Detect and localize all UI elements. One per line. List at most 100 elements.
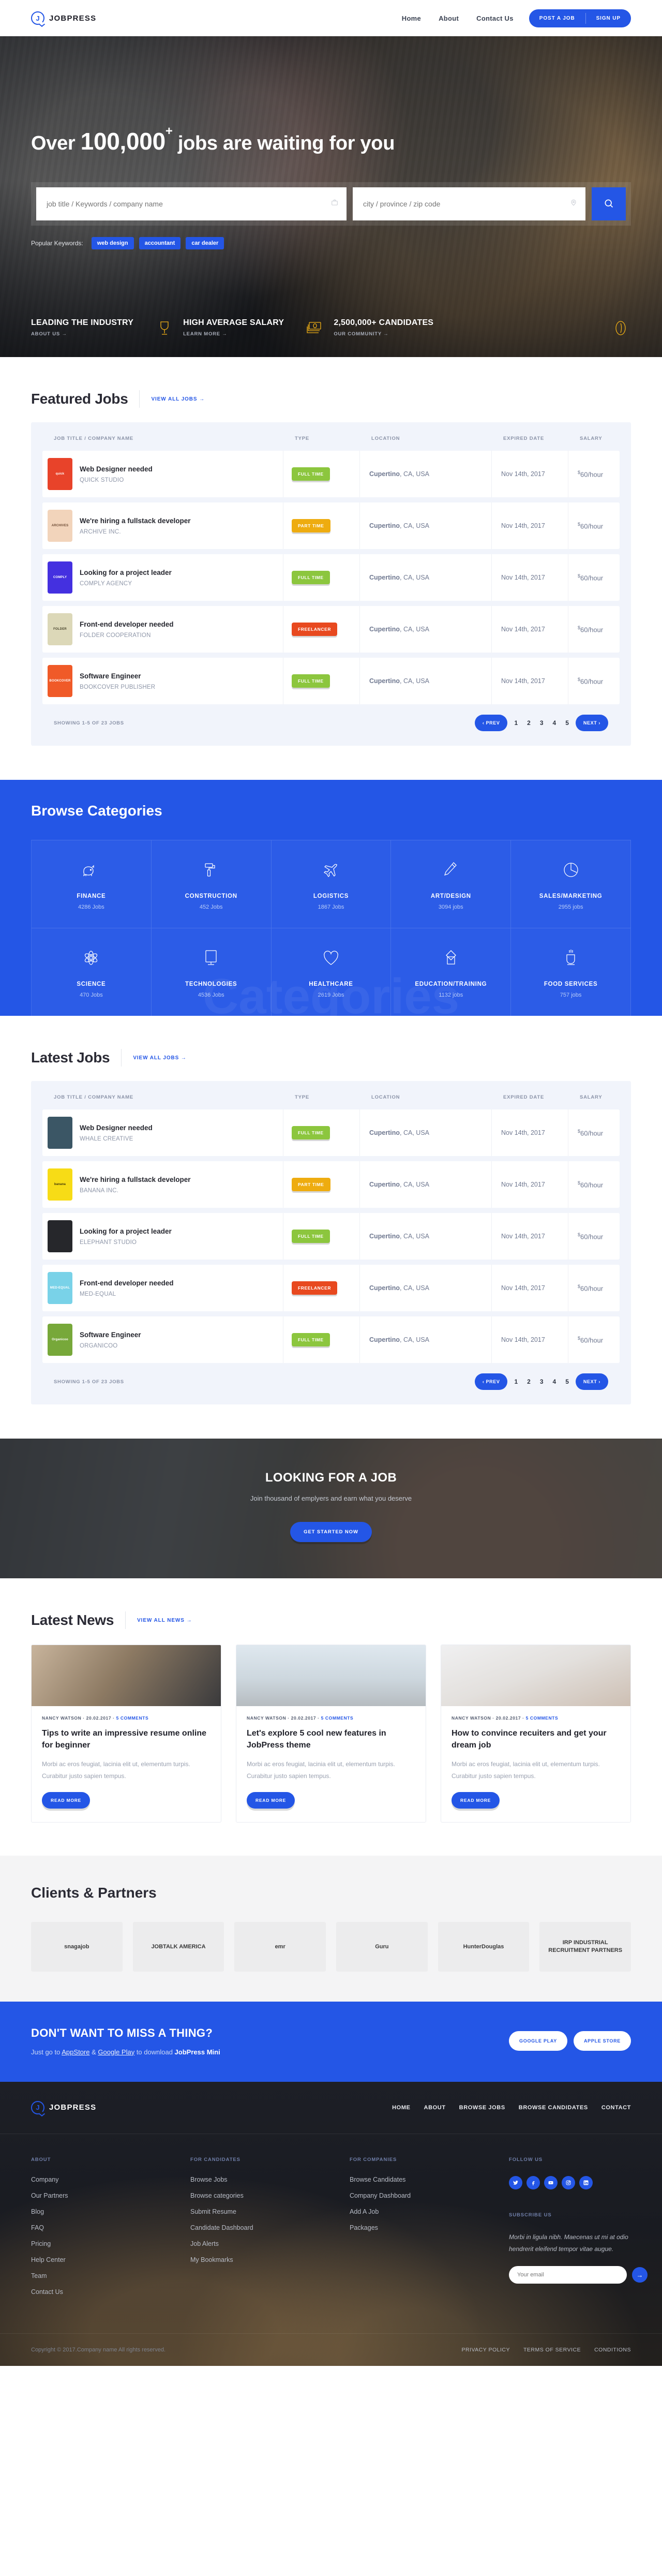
read-more-button[interactable]: READ MORE bbox=[247, 1792, 295, 1809]
location-input[interactable] bbox=[353, 187, 585, 220]
next-page-button[interactable]: NEXT › bbox=[575, 1373, 608, 1390]
nav-contact-us[interactable]: Contact Us bbox=[476, 14, 514, 22]
job-title[interactable]: Front-end developer needed bbox=[80, 620, 174, 628]
table-row[interactable]: Looking for a project leader ELEPHANT STU… bbox=[42, 1213, 620, 1260]
job-title[interactable]: Looking for a project leader bbox=[80, 1227, 172, 1235]
job-title[interactable]: We're hiring a fullstack developer bbox=[80, 1176, 191, 1183]
footer-link-submit-resume[interactable]: Submit Resume bbox=[190, 2208, 350, 2215]
appstore-link[interactable]: AppStore bbox=[62, 2048, 89, 2056]
read-more-button[interactable]: READ MORE bbox=[452, 1792, 500, 1809]
footer-nav-browse-jobs[interactable]: BROWSE JOBS bbox=[459, 2105, 505, 2111]
footer-link-blog[interactable]: Blog bbox=[31, 2208, 190, 2215]
featured-view-all-link[interactable]: VIEW ALL JOBS → bbox=[151, 396, 205, 402]
news-comments[interactable]: 5 COMMENTS bbox=[321, 1715, 354, 1721]
footer-link-pricing[interactable]: Pricing bbox=[31, 2240, 190, 2247]
footer-link-contact-us[interactable]: Contact Us bbox=[31, 2288, 190, 2296]
category-cell-construction[interactable]: CONSTRUCTION 452 Jobs bbox=[151, 840, 272, 928]
google-play-button[interactable]: GOOGLE PLAY bbox=[509, 2031, 567, 2051]
page-4[interactable]: 4 bbox=[550, 1378, 559, 1385]
news-title[interactable]: How to convince recuiters and get your d… bbox=[452, 1727, 620, 1751]
footer-link-job-alerts[interactable]: Job Alerts bbox=[190, 2240, 350, 2247]
page-2[interactable]: 2 bbox=[524, 1378, 533, 1385]
search-submit-button[interactable] bbox=[592, 187, 626, 220]
prev-page-button[interactable]: ‹ PREV bbox=[474, 715, 508, 731]
stat-link-learn-more[interactable]: LEARN MORE → bbox=[183, 331, 228, 337]
news-card[interactable]: NANCY WATSON · 20.02.2017 · 5 COMMENTS Le… bbox=[236, 1645, 426, 1823]
stat-link-our-community[interactable]: OUR COMMUNITY → bbox=[334, 331, 388, 337]
post-a-job-button[interactable]: POST A JOB bbox=[529, 9, 585, 27]
news-card[interactable]: NANCY WATSON · 20.02.2017 · 5 COMMENTS Ho… bbox=[441, 1645, 631, 1823]
table-row[interactable]: Web Designer needed WHALE CREATIVE FULL TI… bbox=[42, 1109, 620, 1156]
keyword-input[interactable] bbox=[36, 187, 347, 220]
twitter-icon[interactable] bbox=[509, 2175, 522, 2189]
stat-link-about-us[interactable]: ABOUT US → bbox=[31, 331, 67, 337]
keyword-chip-car-dealer[interactable]: car dealer bbox=[186, 237, 224, 249]
page-1[interactable]: 1 bbox=[511, 1378, 520, 1385]
table-row[interactable]: MED-EQUAL Front-end developer needed MED-E… bbox=[42, 1265, 620, 1311]
job-title[interactable]: We're hiring a fullstack developer bbox=[80, 517, 191, 525]
news-card[interactable]: NANCY WATSON · 20.02.2017 · 5 COMMENTS Ti… bbox=[31, 1645, 221, 1823]
news-title[interactable]: Tips to write an impressive resume onlin… bbox=[42, 1727, 210, 1751]
job-title[interactable]: Web Designer needed bbox=[80, 465, 153, 473]
job-title[interactable]: Web Designer needed bbox=[80, 1124, 153, 1132]
category-cell-art-design[interactable]: ART/DESIGN 3094 jobs bbox=[391, 840, 511, 928]
table-row[interactable]: quick Web Designer needed QUICK STUDIO FULL… bbox=[42, 451, 620, 497]
footer-link-faq[interactable]: FAQ bbox=[31, 2224, 190, 2231]
latest-view-all-link[interactable]: VIEW ALL JOBS → bbox=[133, 1055, 187, 1061]
table-row[interactable]: COMPLY Looking for a project leader COMPLY… bbox=[42, 554, 620, 601]
conditions-link[interactable]: CONDITIONS bbox=[594, 2347, 631, 2353]
footer-link-browse-jobs[interactable]: Browse Jobs bbox=[190, 2176, 350, 2183]
news-view-all-link[interactable]: VIEW ALL NEWS → bbox=[137, 1618, 192, 1623]
keyword-chip-accountant[interactable]: accountant bbox=[139, 237, 181, 249]
news-comments[interactable]: 5 COMMENTS bbox=[526, 1715, 559, 1721]
job-title[interactable]: Front-end developer needed bbox=[80, 1279, 174, 1287]
googleplay-link[interactable]: Google Play bbox=[98, 2048, 134, 2056]
footer-link-browse-categories[interactable]: Browse categories bbox=[190, 2192, 350, 2199]
footer-link-add-a-job[interactable]: Add A Job bbox=[350, 2208, 509, 2215]
page-5[interactable]: 5 bbox=[563, 1378, 571, 1385]
get-started-now-button[interactable]: GET STARTED NOW bbox=[290, 1522, 372, 1542]
page-1[interactable]: 1 bbox=[511, 719, 520, 727]
keyword-chip-web-design[interactable]: web design bbox=[91, 237, 134, 249]
news-title[interactable]: Let's explore 5 cool new features in Job… bbox=[247, 1727, 415, 1751]
job-title[interactable]: Software Engineer bbox=[80, 672, 141, 680]
news-comments[interactable]: 5 COMMENTS bbox=[116, 1715, 149, 1721]
page-3[interactable]: 3 bbox=[537, 719, 546, 727]
category-cell-science[interactable]: SCIENCE 470 Jobs bbox=[32, 928, 152, 1016]
table-row[interactable]: banana We're hiring a fullstack developer… bbox=[42, 1161, 620, 1208]
linkedin-icon[interactable] bbox=[579, 2175, 593, 2189]
footer-nav-home[interactable]: HOME bbox=[392, 2105, 410, 2111]
email-input[interactable] bbox=[509, 2266, 627, 2284]
category-cell-logistics[interactable]: LOGISTICS 1867 Jobs bbox=[271, 840, 392, 928]
footer-link-candidate-dashboard[interactable]: Candidate Dashboard bbox=[190, 2224, 350, 2231]
next-page-button[interactable]: NEXT › bbox=[575, 715, 608, 731]
footer-link-browse-candidates[interactable]: Browse Candidates bbox=[350, 2176, 509, 2183]
privacy-policy-link[interactable]: PRIVACY POLICY bbox=[461, 2347, 510, 2353]
footer-link-our-partners[interactable]: Our Partners bbox=[31, 2192, 190, 2199]
footer-link-company[interactable]: Company bbox=[31, 2176, 190, 2183]
footer-link-help-center[interactable]: Help Center bbox=[31, 2256, 190, 2263]
table-row[interactable]: Organicoo Software Engineer ORGANICOO FULL … bbox=[42, 1316, 620, 1363]
footer-nav-browse-candidates[interactable]: BROWSE CANDIDATES bbox=[519, 2105, 588, 2111]
footer-link-my-bookmarks[interactable]: My Bookmarks bbox=[190, 2256, 350, 2263]
footer-link-packages[interactable]: Packages bbox=[350, 2224, 509, 2231]
apple-store-button[interactable]: APPLE STORE bbox=[573, 2031, 631, 2051]
category-cell-sales-marketing[interactable]: SALES/MARKETING 2955 jobs bbox=[511, 840, 631, 928]
page-5[interactable]: 5 bbox=[563, 719, 571, 727]
page-3[interactable]: 3 bbox=[537, 1378, 546, 1385]
subscribe-submit-button[interactable]: → bbox=[632, 2267, 648, 2283]
table-row[interactable]: ARCHIVES We're hiring a fullstack develop… bbox=[42, 502, 620, 549]
brand-logo[interactable]: J JOBPRESS bbox=[31, 11, 96, 27]
category-cell-finance[interactable]: FINANCE 4286 Jobs bbox=[32, 840, 152, 928]
footer-brand-logo[interactable]: J JOBPRESS bbox=[31, 2100, 96, 2116]
nav-about[interactable]: About bbox=[439, 14, 459, 22]
job-title[interactable]: Looking for a project leader bbox=[80, 569, 172, 576]
youtube-icon[interactable] bbox=[544, 2175, 558, 2189]
footer-nav-about[interactable]: ABOUT bbox=[424, 2105, 446, 2111]
nav-home[interactable]: Home bbox=[402, 14, 421, 22]
footer-link-company-dashboard[interactable]: Company Dashboard bbox=[350, 2192, 509, 2199]
table-row[interactable]: BOOKCOVER Software Engineer BOOKCOVER PUBL… bbox=[42, 658, 620, 704]
footer-link-team[interactable]: Team bbox=[31, 2272, 190, 2279]
instagram-icon[interactable] bbox=[562, 2175, 575, 2189]
page-4[interactable]: 4 bbox=[550, 719, 559, 727]
